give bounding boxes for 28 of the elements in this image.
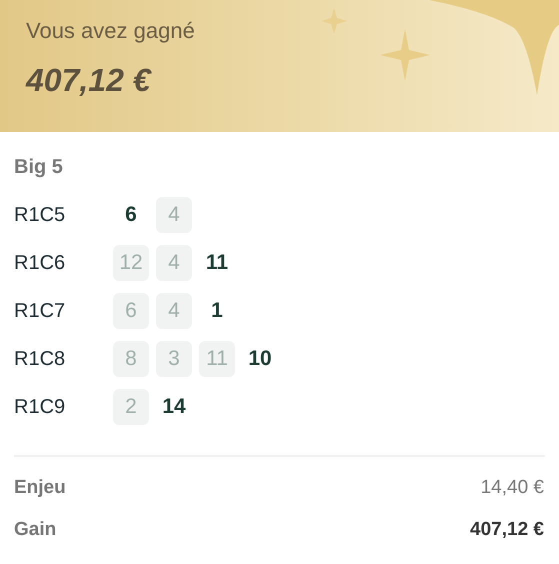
number-tile: 6	[113, 293, 149, 329]
win-amount: 407,12 €	[26, 62, 151, 99]
grid-label: R1C7	[14, 300, 66, 322]
number-tile: 2	[113, 389, 149, 425]
number-tile: 12	[113, 245, 149, 281]
summary-label: Enjeu	[14, 477, 66, 499]
sparkle-icon	[380, 29, 430, 81]
matched-number: 10	[247, 346, 273, 372]
grid-label: R1C5	[14, 204, 66, 226]
matched-number: 14	[161, 394, 187, 420]
matched-number: 11	[204, 250, 230, 276]
matched-number: 1	[210, 298, 224, 324]
sparkle-icon	[321, 8, 347, 34]
grid-label: R1C6	[14, 252, 66, 274]
grid-label: R1C9	[14, 396, 66, 418]
matched-number: 6	[124, 202, 138, 228]
number-tile: 4	[156, 245, 192, 281]
number-tile: 4	[156, 197, 192, 233]
grid-label: R1C8	[14, 348, 66, 370]
number-tile: 11	[199, 341, 235, 377]
number-tile: 8	[113, 341, 149, 377]
summary-label: Gain	[14, 519, 56, 541]
number-tile: 3	[156, 341, 192, 377]
summary-value: 407,12 €	[470, 519, 544, 541]
win-label: Vous avez gagné	[26, 18, 195, 44]
game-title: Big 5	[14, 156, 64, 179]
number-tile: 4	[156, 293, 192, 329]
summary-value: 14,40 €	[480, 477, 544, 499]
